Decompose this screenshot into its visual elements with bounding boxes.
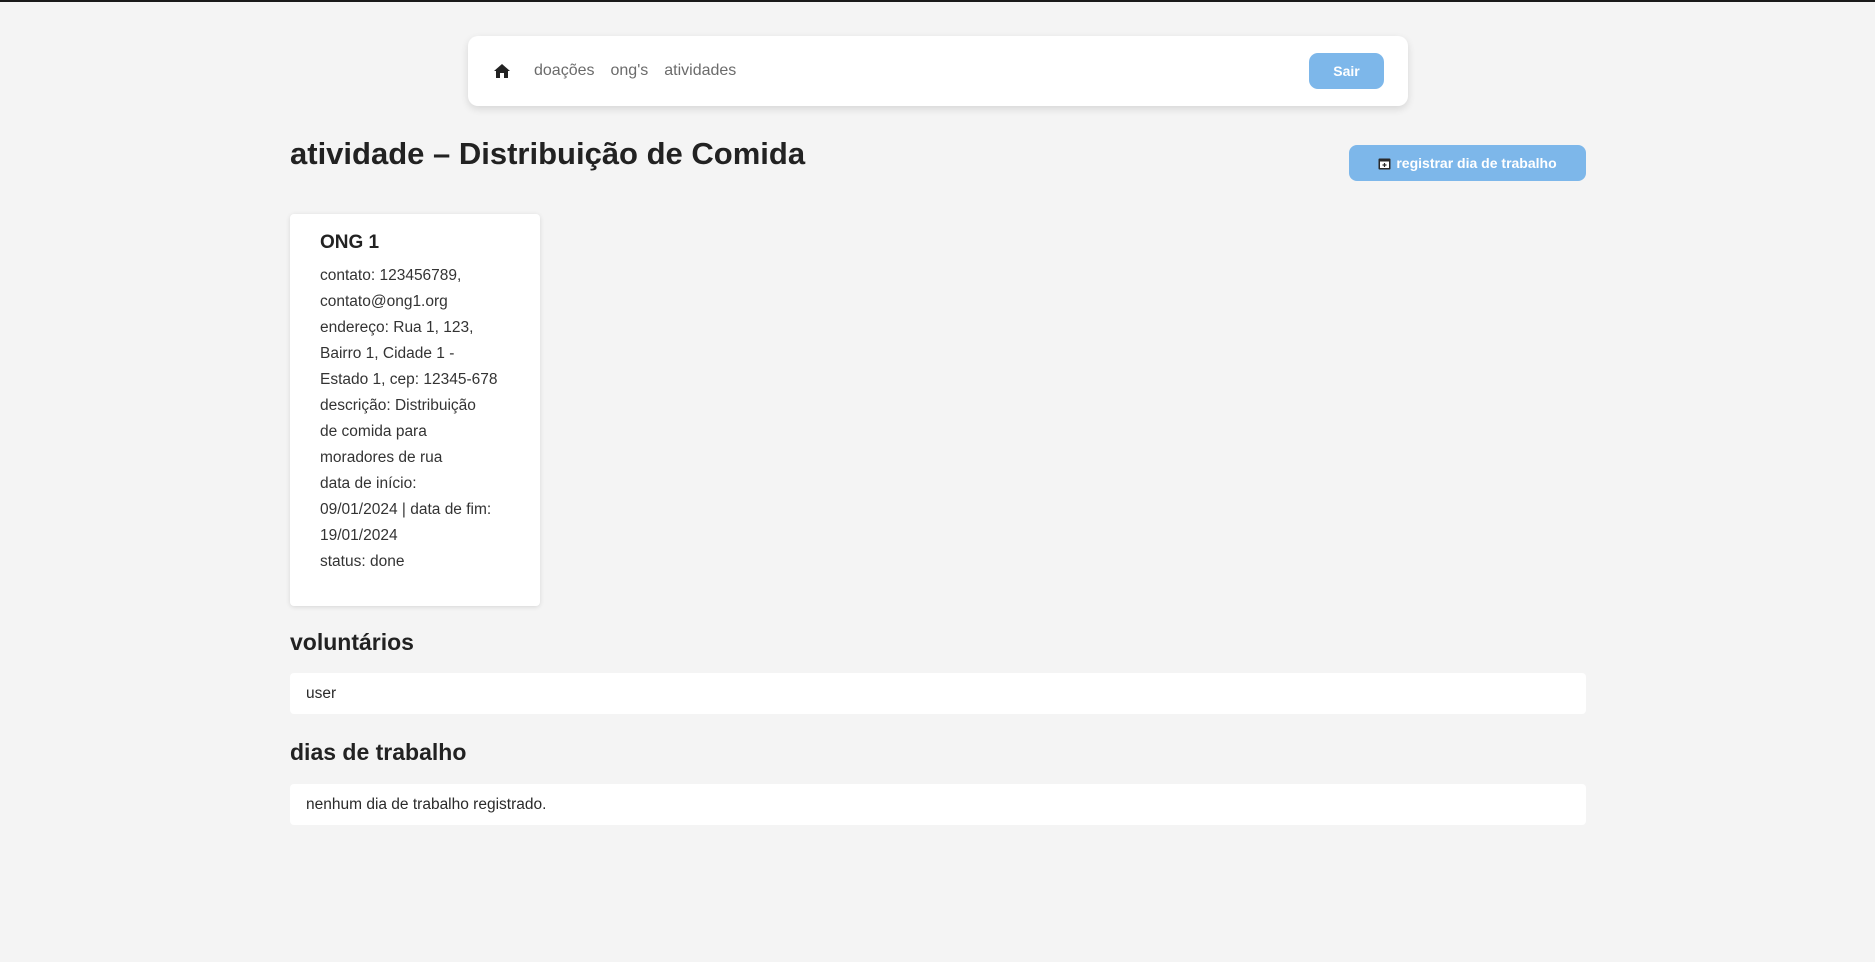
calendar-plus-icon xyxy=(1378,157,1391,170)
ong-dates-line: 09/01/2024 | data de fim: xyxy=(320,501,492,518)
nav-link-ongs[interactable]: ong's xyxy=(611,62,649,80)
page-title: atividade – Distribuição de Comida xyxy=(290,136,806,171)
ong-name: ONG 1 xyxy=(320,232,380,253)
list-item: user xyxy=(306,684,337,702)
register-workday-label: registrar dia de trabalho xyxy=(1396,155,1557,171)
volunteers-heading: voluntários xyxy=(290,629,414,655)
nav-link-doacoes[interactable]: doações xyxy=(534,62,595,80)
ong-dates-line: 19/01/2024 xyxy=(320,527,398,544)
ong-description-line: de comida para xyxy=(320,423,427,440)
ong-description-line: moradores de rua xyxy=(320,449,443,466)
ong-address-line: Estado 1, cep: 12345-678 xyxy=(320,371,498,388)
ong-address-line: endereço: Rua 1, 123, xyxy=(320,319,474,336)
nav-link-atividades[interactable]: atividades xyxy=(664,62,736,80)
ong-card: ONG 1 contato: 123456789, contato@ong1.o… xyxy=(290,214,540,606)
ong-contact-email: contato@ong1.org xyxy=(320,293,448,310)
volunteers-list: user xyxy=(290,673,1586,714)
register-workday-button[interactable]: registrar dia de trabalho xyxy=(1349,145,1586,181)
logout-button[interactable]: Sair xyxy=(1309,53,1384,89)
ong-description-line: descrição: Distribuição xyxy=(320,397,476,414)
ong-dates-line: data de início: xyxy=(320,475,417,492)
ong-status-line: status: done xyxy=(320,553,405,570)
home-icon[interactable] xyxy=(492,61,512,81)
ong-contact-line: contato: 123456789, xyxy=(320,267,462,284)
top-border-line xyxy=(0,0,1875,2)
workdays-empty-text: nenhum dia de trabalho registrado. xyxy=(306,795,547,813)
workdays-list: nenhum dia de trabalho registrado. xyxy=(290,784,1586,825)
navbar: doações ong's atividades Sair xyxy=(468,36,1408,106)
ong-address-line: Bairro 1, Cidade 1 - xyxy=(320,345,455,362)
workdays-heading: dias de trabalho xyxy=(290,739,467,765)
